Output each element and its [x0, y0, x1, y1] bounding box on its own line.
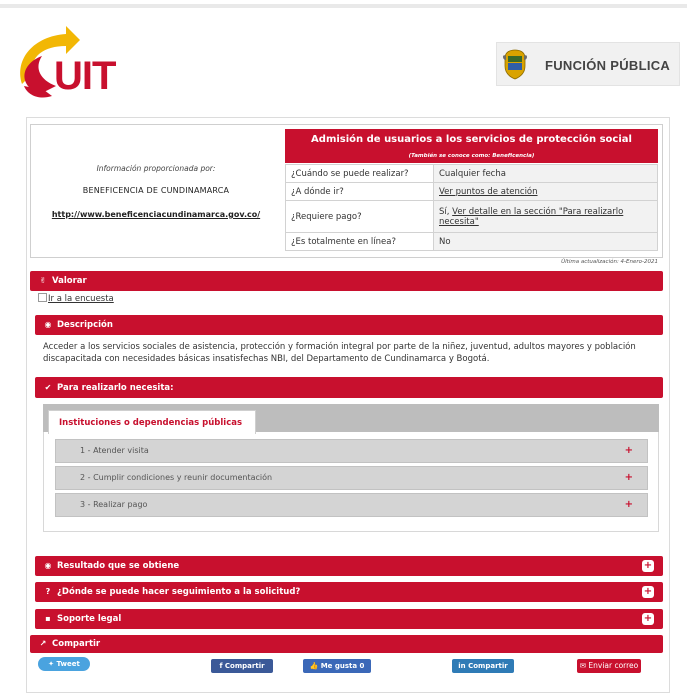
last-update-label: Última actualización: 4-Enero-2021 — [561, 259, 658, 265]
expand-plus-icon[interactable]: + — [642, 586, 654, 598]
question-where: ¿A dónde ir? — [285, 182, 434, 201]
share-section-header: ↗ Compartir — [30, 635, 663, 653]
top-divider — [0, 4, 687, 8]
funcion-publica-label: FUNCIÓN PÚBLICA — [545, 58, 671, 73]
linkedin-icon: in — [458, 662, 469, 670]
share-label: Compartir — [52, 639, 101, 649]
step-3-accordion[interactable]: 3 - Realizar pago + — [55, 493, 648, 517]
table-row: ¿Cuándo se puede realizar? Cualquier fec… — [285, 164, 658, 183]
table-row: ¿Es totalmente en línea? No — [285, 232, 658, 251]
question-when: ¿Cuándo se puede realizar? — [285, 164, 434, 183]
survey-link[interactable]: Ir a la encuesta — [38, 293, 114, 304]
tracking-section-header[interactable]: ? ¿Dónde se puede hacer seguimiento a la … — [35, 582, 663, 602]
eye-icon: ◉ — [44, 320, 52, 329]
share-icon: ↗ — [39, 639, 47, 648]
provided-by-label: Información proporcionada por: — [96, 164, 216, 173]
tab-public-institutions[interactable]: Instituciones o dependencias públicas — [48, 410, 256, 434]
step-3-label: 3 - Realizar pago — [80, 500, 148, 509]
valorar-section-header[interactable]: ✌ Valorar — [30, 271, 663, 291]
tracking-label: ¿Dónde se puede hacer seguimiento a la s… — [57, 587, 301, 597]
email-share-button[interactable]: ✉ Enviar correo — [577, 659, 641, 673]
entity-name: BENEFICENCIA DE CUNDINAMARCA — [82, 186, 230, 195]
provider-info: Información proporcionada por: BENEFICEN… — [30, 124, 282, 258]
facebook-share-button[interactable]: f Compartir — [211, 659, 273, 673]
result-label: Resultado que se obtiene — [57, 561, 180, 571]
broken-image-icon — [38, 293, 47, 302]
linkedin-share-button[interactable]: in Compartir — [452, 659, 514, 673]
like-label: Me gusta 0 — [320, 662, 365, 670]
thumbs-up-icon: 👍 — [309, 662, 321, 670]
answer-online: No — [433, 232, 658, 251]
requirements-label: Para realizarlo necesita: — [57, 383, 174, 393]
valorar-label: Valorar — [52, 276, 87, 286]
descripcion-label: Descripción — [57, 320, 113, 330]
answer-payment-prefix: Sí, — [439, 206, 453, 217]
step-1-accordion[interactable]: 1 - Atender visita + — [55, 439, 648, 463]
answer-payment-cell: Sí, Ver detalle en la sección "Para real… — [433, 200, 658, 233]
procedure-title: Admisión de usuarios a los servicios de … — [285, 129, 658, 151]
step-2-accordion[interactable]: 2 - Cumplir condiciones y reunir documen… — [55, 466, 648, 490]
procedure-facts-table: ¿Cuándo se puede realizar? Cualquier fec… — [285, 164, 658, 251]
step-2-label: 2 - Cumplir condiciones y reunir documen… — [80, 473, 273, 482]
logo-text: UIT — [54, 54, 116, 98]
thumbs-up-icon: ✌ — [39, 276, 47, 285]
eye-icon: ◉ — [44, 561, 52, 570]
linkedin-share-label: Compartir — [468, 662, 508, 670]
tweet-label: Tweet — [56, 660, 80, 668]
answer-where-cell: Ver puntos de atención — [433, 182, 658, 201]
email-label: Enviar correo — [588, 661, 639, 670]
facebook-share-label: Compartir — [224, 662, 265, 670]
requirements-section-header[interactable]: ✔ Para realizarlo necesita: — [35, 377, 663, 398]
question-circle-icon: ? — [45, 587, 51, 596]
step-1-label: 1 - Atender visita — [80, 446, 149, 455]
expand-plus-icon: + — [624, 445, 633, 456]
legal-support-section-header[interactable]: ▪ Soporte legal + — [35, 609, 663, 629]
procedure-alias: (También se conoce como: Beneficencia) — [285, 151, 658, 163]
suit-logo[interactable]: UIT — [14, 24, 116, 104]
facebook-like-button[interactable]: 👍 Me gusta 0 — [303, 659, 371, 673]
question-online: ¿Es totalmente en línea? — [285, 232, 434, 251]
survey-link-text: Ir a la encuesta — [48, 294, 114, 304]
description-text: Acceder a los servicios sociales de asis… — [43, 342, 636, 364]
question-payment: ¿Requiere pago? — [285, 200, 434, 233]
book-icon: ▪ — [45, 614, 51, 623]
table-row: ¿Requiere pago? Sí, Ver detalle en la se… — [285, 200, 658, 233]
expand-plus-icon: + — [624, 499, 633, 510]
payment-detail-link[interactable]: Ver detalle en la sección "Para realizar… — [439, 207, 623, 227]
tweet-button[interactable]: ✦ Tweet — [38, 657, 90, 671]
coat-of-arms-icon — [503, 49, 527, 80]
answer-when: Cualquier fecha — [433, 164, 658, 183]
check-circle-icon: ✔ — [44, 383, 52, 392]
table-row: ¿A dónde ir? Ver puntos de atención — [285, 182, 658, 201]
descripcion-section-header[interactable]: ◉ Descripción — [35, 315, 663, 335]
points-of-attention-link[interactable]: Ver puntos de atención — [439, 187, 538, 197]
entity-url-link[interactable]: http://www.beneficenciacundinamarca.gov.… — [30, 210, 282, 219]
expand-plus-icon[interactable]: + — [642, 560, 654, 572]
expand-plus-icon: + — [624, 472, 633, 483]
legal-support-label: Soporte legal — [57, 614, 122, 624]
result-section-header[interactable]: ◉ Resultado que se obtiene + — [35, 556, 663, 576]
expand-plus-icon[interactable]: + — [642, 613, 654, 625]
